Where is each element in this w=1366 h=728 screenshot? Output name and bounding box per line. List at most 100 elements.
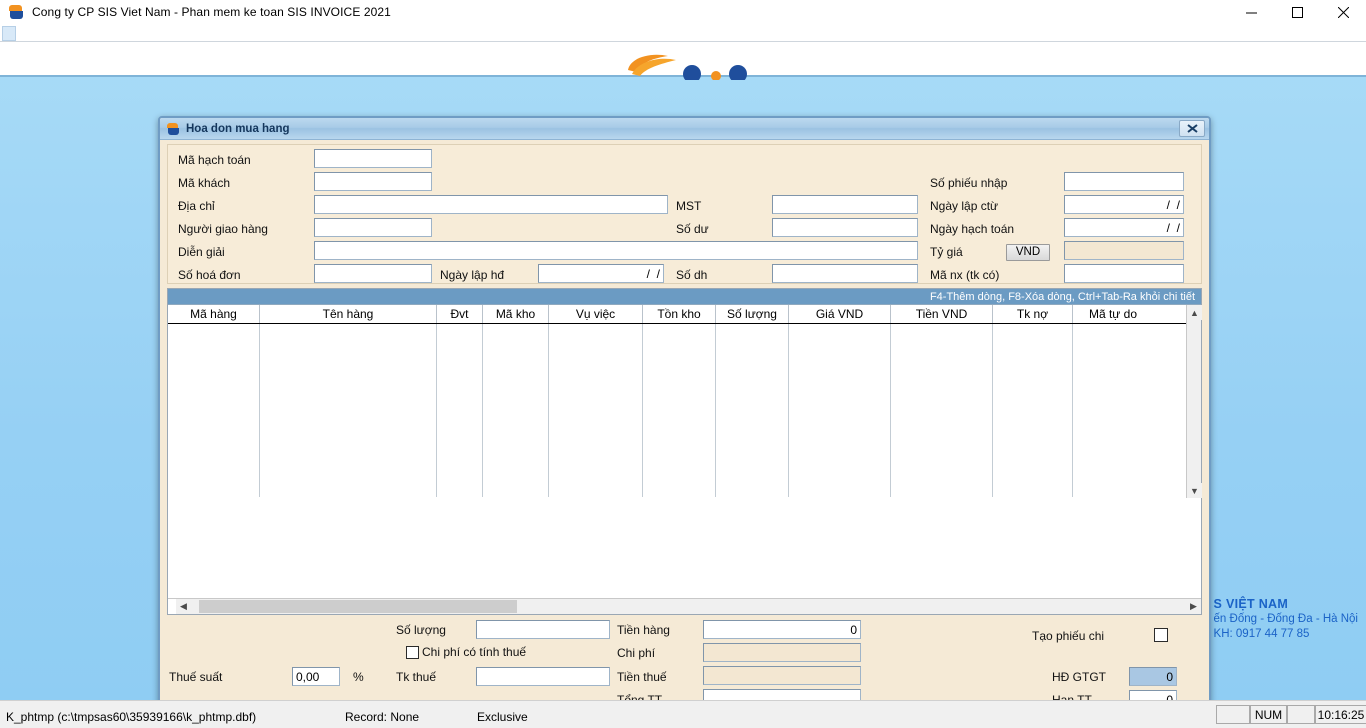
grid-column-dvt[interactable]: Đvt <box>437 305 483 323</box>
chevron-up-icon[interactable]: ▲ <box>1187 305 1202 320</box>
background-company-name: S VIỆT NAM <box>1213 597 1289 611</box>
status-caps-indicator <box>1216 705 1250 724</box>
input-nguoi-giao-hang[interactable] <box>314 218 432 237</box>
dialog-titlebar[interactable]: Hoa don mua hang <box>160 118 1209 140</box>
input-ngay-hach-toan[interactable] <box>1064 218 1184 237</box>
grid-horizontal-scrollbar[interactable]: ◀ ▶ <box>176 598 1201 614</box>
input-tong-tt[interactable] <box>703 689 861 700</box>
label-ngay-lap-ctu: Ngày lập ctừ <box>930 199 999 213</box>
hscroll-thumb[interactable] <box>199 600 517 613</box>
input-ngay-lap-ctu[interactable] <box>1064 195 1184 214</box>
dialog-body: Mã hạch toán Mã khách Địa chỉ Người giao… <box>160 140 1209 700</box>
label-ma-hach-toan: Mã hạch toán <box>178 153 251 167</box>
maximize-icon <box>1291 6 1303 18</box>
input-tien-hang[interactable] <box>703 620 861 639</box>
label-dia-chi: Địa chỉ <box>178 199 215 213</box>
status-ins-indicator <box>1287 705 1315 724</box>
grid-vertical-scrollbar[interactable]: ▲ ▼ <box>1186 305 1202 498</box>
grid-column-vu-viec[interactable]: Vụ việc <box>549 305 643 323</box>
input-tk-thue[interactable] <box>476 667 610 686</box>
label-han-tt: Hạn TT <box>1052 693 1092 700</box>
label-chi-phi-co-tinh-thue: Chi phí có tính thuế <box>422 645 527 659</box>
input-dia-chi[interactable] <box>314 195 668 214</box>
label-tk-thue: Tk thuế <box>396 670 437 684</box>
input-thue-suat[interactable] <box>292 667 340 686</box>
application-toolbar-strip <box>0 24 1366 42</box>
vfp-status-bar: K_phtmp (c:\tmpsas60\35939166\k_phtmp.db… <box>0 700 1366 728</box>
status-table-info: K_phtmp (c:\tmpsas60\35939166\k_phtmp.db… <box>6 710 257 724</box>
grid-column-gia-vnd[interactable]: Giá VND <box>789 305 891 323</box>
input-so-phieu-nhap[interactable] <box>1064 172 1184 191</box>
chevron-right-icon[interactable]: ▶ <box>1186 599 1201 614</box>
input-ma-khach[interactable] <box>314 172 432 191</box>
grid-cell-column[interactable] <box>993 324 1073 497</box>
sis-logo-icon <box>8 4 24 20</box>
grid-cell-column[interactable] <box>1073 324 1153 497</box>
label-so-dh: Số dh <box>676 268 708 282</box>
label-ma-khach: Mã khách <box>178 176 231 190</box>
input-dien-giai[interactable] <box>314 241 918 260</box>
label-thue-suat: Thuế suất <box>169 670 223 684</box>
label-chi-phi: Chi phí <box>617 646 656 660</box>
grid-column-so-luong[interactable]: Số lượng <box>716 305 789 323</box>
toolbar-placeholder-cell[interactable] <box>2 26 16 41</box>
grid-cell-column[interactable] <box>549 324 643 497</box>
grid-column-tk-no[interactable]: Tk nợ <box>993 305 1073 323</box>
application-titlebar: Cong ty CP SIS Viet Nam - Phan mem ke to… <box>0 0 1366 24</box>
chevron-down-icon[interactable]: ▼ <box>1187 483 1202 498</box>
grid-body[interactable] <box>168 324 1201 497</box>
checkbox-chi-phi-co-tinh-thue[interactable] <box>406 646 419 659</box>
label-nguoi-giao-hang: Người giao hàng <box>178 222 268 236</box>
clock-label: 10:16:25 <box>1317 707 1365 722</box>
close-button[interactable] <box>1320 0 1366 24</box>
label-so-luong: Số lượng <box>396 623 446 637</box>
grid-cell-column[interactable] <box>789 324 891 497</box>
checkbox-tao-phieu-chi[interactable] <box>1154 628 1168 642</box>
label-hd-gtgt: HĐ GTGT <box>1052 670 1106 684</box>
invoice-header-form: Mã hạch toán Mã khách Địa chỉ Người giao… <box>167 144 1202 284</box>
input-ngay-lap-hd[interactable] <box>538 264 664 283</box>
label-tong-tt: Tổng TT <box>617 693 663 700</box>
application-title: Cong ty CP SIS Viet Nam - Phan mem ke to… <box>32 5 391 19</box>
minimize-icon <box>1245 12 1257 13</box>
close-icon <box>1337 6 1349 18</box>
grid-column-ten-hang[interactable]: Tên hàng <box>260 305 437 323</box>
input-so-luong[interactable] <box>476 620 610 639</box>
grid-cell-column[interactable] <box>891 324 993 497</box>
input-ma-hach-toan[interactable] <box>314 149 432 168</box>
currency-vnd-button[interactable]: VND <box>1006 244 1050 261</box>
dialog-close-button[interactable] <box>1179 120 1205 137</box>
minimize-button[interactable] <box>1228 0 1274 24</box>
label-percent-sign: % <box>353 670 364 684</box>
maximize-button[interactable] <box>1274 0 1320 24</box>
grid-header-row: Mã hàng Tên hàng Đvt Mã kho Vụ việc Tồn … <box>168 305 1201 324</box>
input-hd-gtgt <box>1129 667 1177 686</box>
sis-brand-logo-icon <box>628 54 747 80</box>
input-so-dh[interactable] <box>772 264 918 283</box>
grid-cell-column[interactable] <box>643 324 716 497</box>
input-chi-phi <box>703 643 861 662</box>
grid-cell-column[interactable] <box>437 324 483 497</box>
input-mst[interactable] <box>772 195 918 214</box>
background-company-phone: KH: 0917 44 77 85 <box>1213 628 1310 640</box>
grid-column-tien-vnd[interactable]: Tiền VND <box>891 305 993 323</box>
chevron-left-icon[interactable]: ◀ <box>176 599 191 614</box>
input-ty-gia <box>1064 241 1184 260</box>
grid-cell-column[interactable] <box>168 324 260 497</box>
grid-column-ma-kho[interactable]: Mã kho <box>483 305 549 323</box>
grid-column-ma-hang[interactable]: Mã hàng <box>168 305 260 323</box>
grid-column-ma-tu-do[interactable]: Mã tự do <box>1073 305 1153 323</box>
grid-cell-column[interactable] <box>483 324 549 497</box>
mdi-workspace: S VIỆT NAM ến Đống - Đống Đa - Hà Nội KH… <box>0 42 1366 700</box>
input-so-du[interactable] <box>772 218 918 237</box>
window-controls <box>1228 0 1366 24</box>
hscroll-track[interactable] <box>191 599 1186 614</box>
input-ma-nx-tk-co[interactable] <box>1064 264 1184 283</box>
input-han-tt[interactable] <box>1129 690 1177 700</box>
grid-cell-column[interactable] <box>260 324 437 497</box>
label-so-hoa-don: Số hoá đơn <box>178 268 241 282</box>
grid-cell-column[interactable] <box>716 324 789 497</box>
input-so-hoa-don[interactable] <box>314 264 432 283</box>
grid-column-ton-kho[interactable]: Tồn kho <box>643 305 716 323</box>
label-mst: MST <box>676 199 702 213</box>
